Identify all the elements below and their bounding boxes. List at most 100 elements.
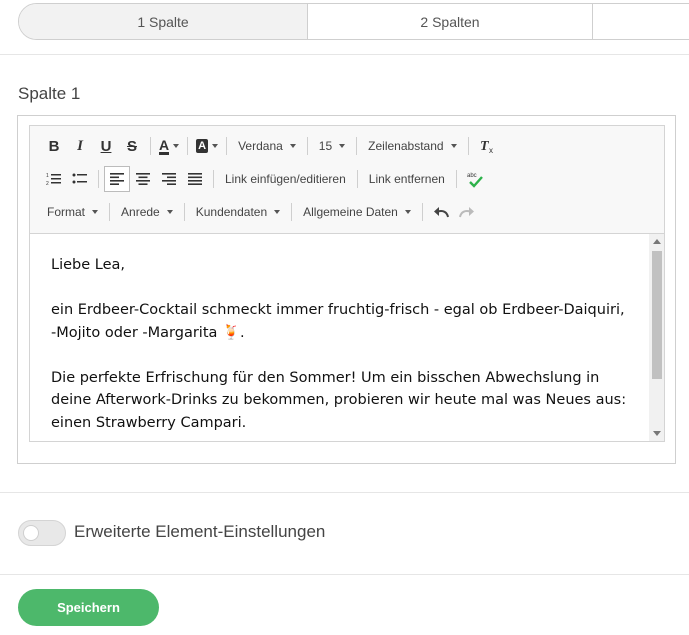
toolbar-separator bbox=[187, 137, 189, 155]
editor-toolbar: B I U S A A Verdana 15 Zeilenabstand Tx bbox=[29, 125, 665, 233]
scroll-up-icon[interactable] bbox=[653, 239, 661, 244]
align-left-button[interactable] bbox=[104, 166, 130, 192]
toggle-knob bbox=[23, 525, 39, 541]
toolbar-row-1: B I U S A A Verdana 15 Zeilenabstand Tx bbox=[41, 131, 500, 161]
spellcheck-label: abc bbox=[467, 173, 477, 179]
font-size-value: 15 bbox=[318, 139, 333, 153]
chevron-down-icon bbox=[212, 144, 219, 148]
font-color-icon: A bbox=[159, 136, 170, 155]
line-spacing-dropdown[interactable]: Zeilenabstand bbox=[362, 133, 462, 159]
insert-link-button[interactable]: Link einfügen/editieren bbox=[219, 166, 352, 192]
underline-button[interactable]: U bbox=[93, 133, 119, 159]
customer-data-dropdown-label: Kundendaten bbox=[195, 205, 268, 219]
toolbar-separator bbox=[356, 170, 358, 188]
tab-label: 1 Spalte bbox=[137, 13, 189, 30]
toolbar-separator bbox=[421, 203, 423, 221]
align-justify-icon bbox=[188, 173, 202, 185]
toolbar-separator bbox=[213, 170, 214, 188]
align-justify-button[interactable] bbox=[182, 166, 208, 192]
tab-3-columns[interactable] bbox=[593, 4, 689, 39]
customer-data-dropdown[interactable]: Kundendaten bbox=[190, 199, 286, 225]
redo-icon bbox=[458, 207, 474, 218]
divider bbox=[0, 492, 689, 493]
section-title: Spalte 1 bbox=[18, 84, 81, 103]
general-data-dropdown[interactable]: Allgemeine Daten bbox=[297, 199, 417, 225]
scroll-down-icon[interactable] bbox=[653, 431, 661, 436]
toolbar-row-2: 12 Link einfügen/editieren Link entferne… bbox=[41, 164, 488, 194]
bullet-list-button[interactable] bbox=[67, 166, 93, 192]
remove-link-button[interactable]: Link entfernen bbox=[363, 166, 451, 192]
editor-scrollbar[interactable] bbox=[649, 234, 664, 441]
clear-format-icon: Tx bbox=[480, 139, 493, 154]
background-color-button[interactable]: A bbox=[193, 133, 221, 159]
toolbar-separator bbox=[226, 137, 228, 155]
general-data-dropdown-label: Allgemeine Daten bbox=[303, 205, 398, 219]
column-tabbar-section: 1 Spalte 2 Spalten bbox=[0, 0, 689, 55]
svg-text:1: 1 bbox=[46, 173, 49, 179]
font-size-dropdown[interactable]: 15 bbox=[313, 133, 351, 159]
strikethrough-button[interactable]: S bbox=[119, 133, 145, 159]
chevron-down-icon bbox=[339, 144, 346, 148]
chevron-down-icon bbox=[450, 144, 457, 148]
chevron-down-icon bbox=[404, 210, 411, 214]
redo-button[interactable] bbox=[454, 199, 480, 225]
advanced-settings-toggle[interactable] bbox=[18, 520, 66, 546]
tab-2-columns[interactable]: 2 Spalten bbox=[308, 4, 593, 39]
format-dropdown[interactable]: Format bbox=[41, 199, 104, 225]
editor-content[interactable]: Liebe Lea, ein Erdbeer-Cocktail schmeckt… bbox=[51, 254, 631, 434]
align-right-icon bbox=[162, 173, 176, 185]
paragraph-1: ein Erdbeer-Cocktail schmeckt immer fruc… bbox=[51, 302, 625, 341]
rich-text-editor: B I U S A A Verdana 15 Zeilenabstand Tx bbox=[17, 115, 676, 464]
divider bbox=[0, 574, 689, 575]
numbered-list-icon: 12 bbox=[46, 173, 61, 186]
undo-icon bbox=[433, 207, 449, 218]
advanced-settings-label: Erweiterte Element-Einstellungen bbox=[74, 522, 326, 541]
save-button[interactable]: Speichern bbox=[18, 589, 159, 626]
greeting-text: Liebe Lea, bbox=[51, 257, 126, 273]
toolbar-separator bbox=[109, 203, 111, 221]
chevron-down-icon bbox=[166, 210, 173, 214]
align-center-button[interactable] bbox=[130, 166, 156, 192]
clear-format-button[interactable]: Tx bbox=[474, 133, 500, 159]
editor-content-area[interactable]: Liebe Lea, ein Erdbeer-Cocktail schmeckt… bbox=[29, 233, 665, 442]
svg-text:x: x bbox=[489, 146, 493, 154]
chevron-down-icon bbox=[92, 210, 99, 214]
bold-button[interactable]: B bbox=[41, 133, 67, 159]
toolbar-separator bbox=[183, 203, 185, 221]
numbered-list-button[interactable]: 12 bbox=[41, 166, 67, 192]
toolbar-separator bbox=[150, 137, 151, 155]
align-right-button[interactable] bbox=[156, 166, 182, 192]
font-family-dropdown[interactable]: Verdana bbox=[232, 133, 302, 159]
align-center-icon bbox=[136, 173, 150, 185]
chevron-down-icon bbox=[274, 210, 281, 214]
spellcheck-icon: abc bbox=[467, 173, 483, 188]
paragraph-2: Die perfekte Erfrischung für den Sommer!… bbox=[51, 369, 627, 431]
toolbar-separator bbox=[467, 137, 469, 155]
toolbar-separator bbox=[306, 137, 308, 155]
toolbar-separator bbox=[291, 203, 293, 221]
undo-button[interactable] bbox=[428, 199, 454, 225]
svg-text:2: 2 bbox=[46, 181, 49, 186]
toolbar-separator bbox=[98, 170, 99, 188]
salutation-dropdown-label: Anrede bbox=[121, 205, 160, 219]
chevron-down-icon bbox=[173, 144, 180, 148]
font-color-button[interactable]: A bbox=[156, 133, 182, 159]
italic-button[interactable]: I bbox=[67, 133, 93, 159]
chevron-down-icon bbox=[289, 144, 296, 148]
format-dropdown-label: Format bbox=[47, 205, 86, 219]
tab-1-column[interactable]: 1 Spalte bbox=[19, 4, 308, 39]
align-left-icon bbox=[110, 173, 124, 185]
font-family-value: Verdana bbox=[238, 139, 283, 153]
salutation-dropdown[interactable]: Anrede bbox=[115, 199, 179, 225]
tab-label: 2 Spalten bbox=[420, 13, 480, 30]
background-color-icon: A bbox=[196, 139, 209, 153]
toolbar-row-3: Format Anrede Kundendaten Allgemeine Dat… bbox=[41, 197, 480, 227]
spellcheck-button[interactable]: abc bbox=[462, 166, 488, 192]
toolbar-separator bbox=[455, 170, 457, 188]
line-spacing-value: Zeilenabstand bbox=[368, 139, 444, 153]
scrollbar-thumb[interactable] bbox=[652, 251, 662, 379]
column-tabbar: 1 Spalte 2 Spalten bbox=[18, 3, 689, 40]
toolbar-separator bbox=[356, 137, 358, 155]
